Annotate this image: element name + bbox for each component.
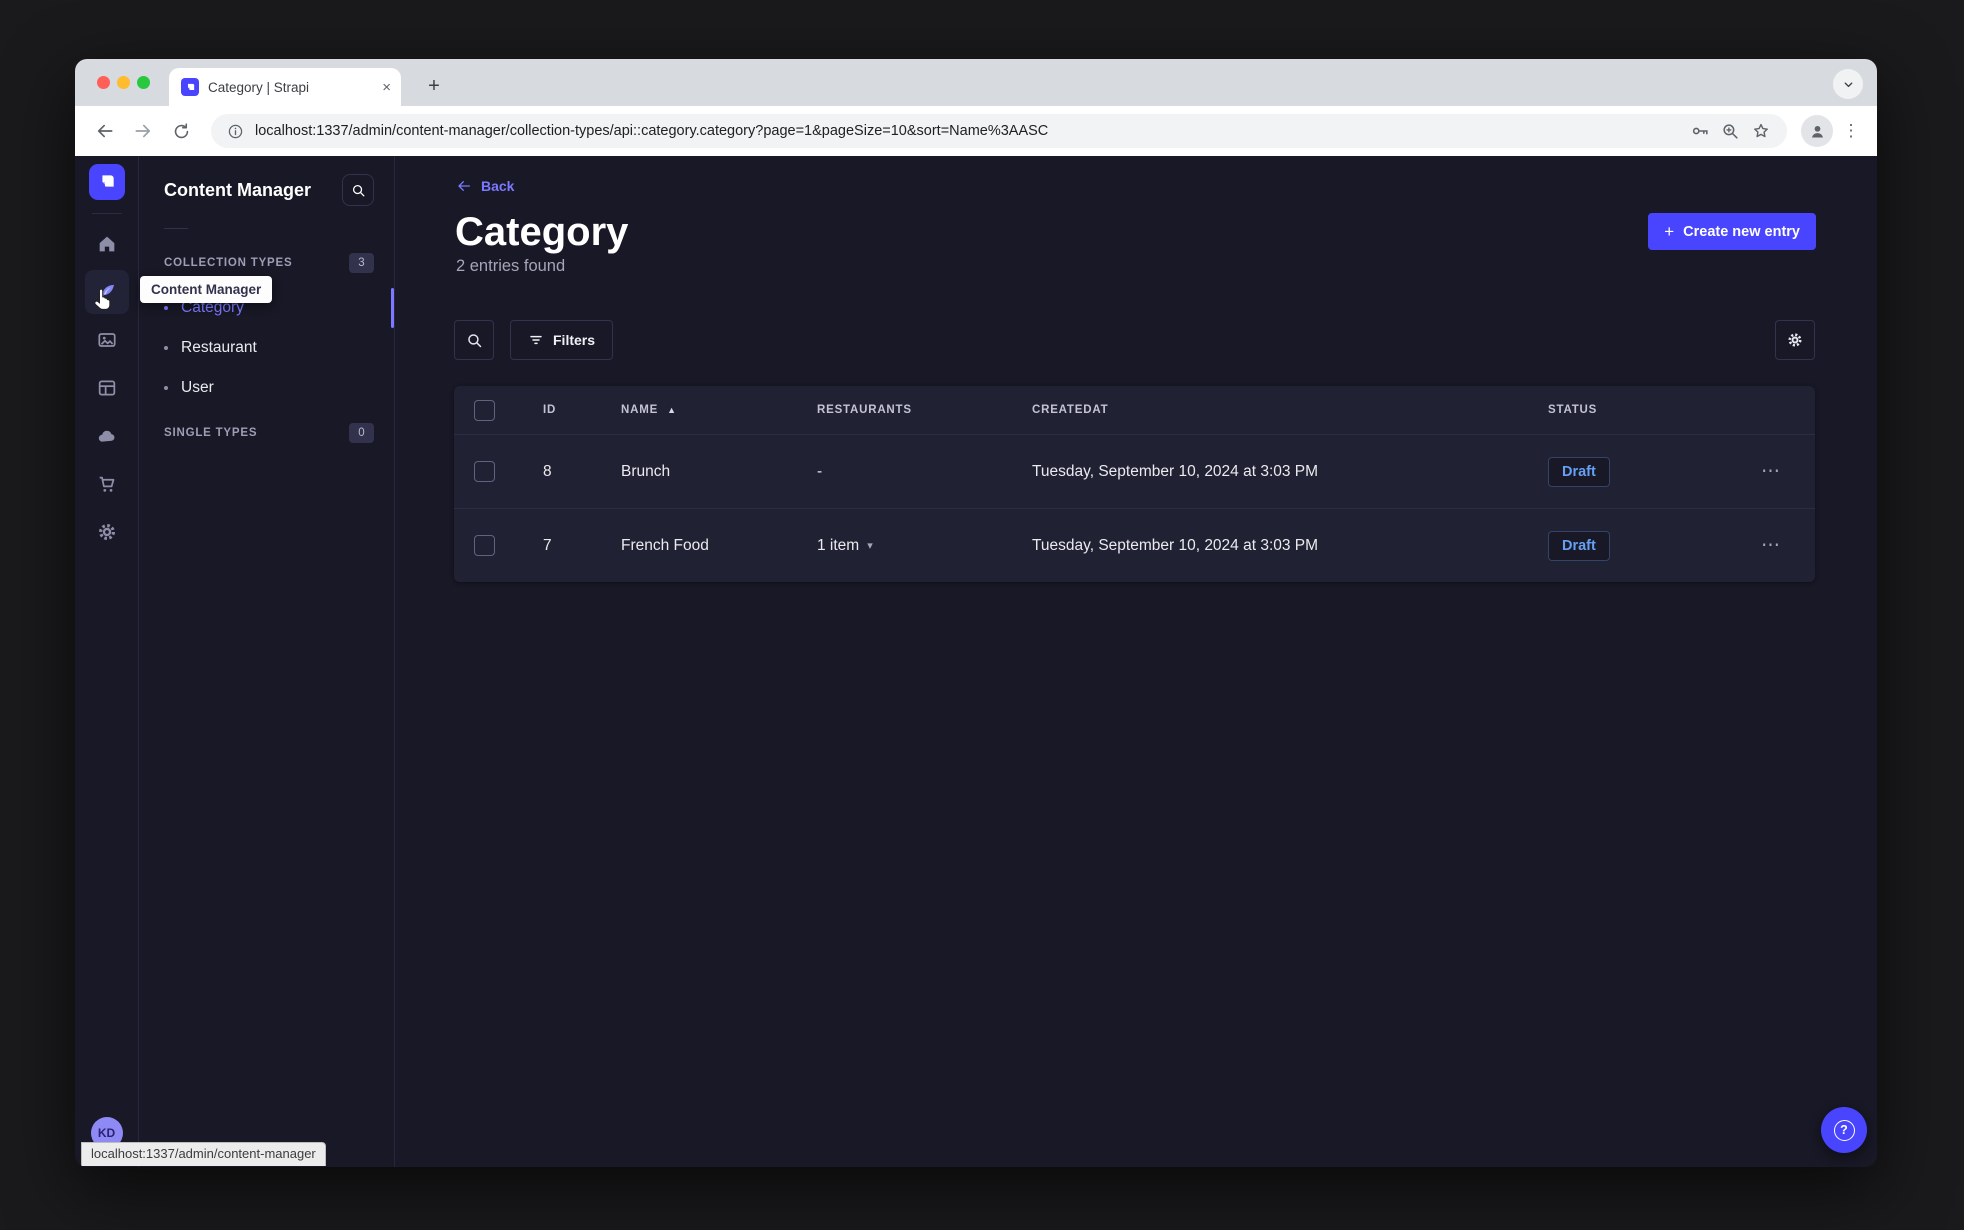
zoom-page-icon[interactable] [1721,122,1740,141]
sort-ascending-icon[interactable]: ▲ [667,405,676,415]
browser-toolbar: localhost:1337/admin/content-manager/col… [75,106,1877,156]
sidebar-item-restaurant[interactable]: Restaurant [139,328,394,368]
row-checkbox[interactable] [474,461,495,482]
cell-createdat: Tuesday, September 10, 2024 at 3:03 PM [1032,536,1319,554]
url-text[interactable]: localhost:1337/admin/content-manager/col… [255,123,1679,139]
active-item-indicator [391,288,394,328]
bookmark-star-icon[interactable] [1751,121,1771,141]
rail-settings-gear-icon[interactable] [85,510,129,554]
sidebar-title: Content Manager [164,179,312,200]
main-content: Back Category 2 entries found + Create n… [395,156,1877,1167]
collection-types-list: Category Restaurant User [139,288,394,408]
traffic-lights [97,76,150,89]
chevron-down-icon[interactable]: ▾ [867,539,873,552]
new-tab-button[interactable]: + [419,71,449,101]
desktop: Category | Strapi × + localhost:1337/adm… [0,0,1964,1230]
browser-tab[interactable]: Category | Strapi × [169,68,401,106]
strapi-favicon-icon [181,78,199,96]
strapi-app: KD Content Manager COLLECTION TYPES 3 Ca… [75,156,1877,1167]
entries-table: ID NAME ▲ RESTAURANTS CREATEDAT STATUS 8 [454,386,1815,582]
header-createdat[interactable]: CREATEDAT [1032,404,1108,416]
back-arrow-icon [458,181,470,191]
cell-restaurants: - [817,462,823,480]
single-types-section: SINGLE TYPES 0 [139,420,394,446]
close-window-button[interactable] [97,76,110,89]
table-header-row: ID NAME ▲ RESTAURANTS CREATEDAT STATUS [454,386,1815,434]
page-title: Category [455,210,629,254]
cell-id: 7 [543,536,552,554]
table-row[interactable]: 8 Brunch - Tuesday, September 10, 2024 a… [454,434,1815,508]
content-manager-sidebar: Content Manager COLLECTION TYPES 3 Categ… [139,156,395,1167]
link-preview-status-bar: localhost:1337/admin/content-manager [81,1142,326,1166]
mouse-cursor-icon [93,289,112,310]
tab-close-icon[interactable]: × [382,80,391,95]
zoom-window-button[interactable] [137,76,150,89]
browser-window: Category | Strapi × + localhost:1337/adm… [75,59,1877,1167]
reload-button[interactable] [165,115,197,147]
sidebar-item-label: User [181,379,214,396]
sidebar-divider [164,228,188,229]
rail-marketplace-icon[interactable] [85,462,129,506]
filters-button[interactable]: Filters [510,320,614,360]
header-restaurants[interactable]: RESTAURANTS [817,404,912,416]
row-checkbox[interactable] [474,535,495,556]
bullet-icon [164,346,168,350]
entries-count: 2 entries found [456,257,566,275]
strapi-logo[interactable] [88,164,125,200]
sidebar-search-button[interactable] [342,174,374,206]
back-label: Back [481,178,515,194]
row-actions-menu-icon[interactable]: ⋯ [1761,460,1781,483]
create-new-entry-label: Create new entry [1683,223,1800,240]
tab-search-chevron-icon[interactable] [1833,69,1863,99]
cell-id: 8 [543,462,552,480]
row-actions-menu-icon[interactable]: ⋯ [1761,534,1781,557]
rail-divider [91,213,122,214]
select-all-checkbox[interactable] [474,399,495,421]
status-badge: Draft [1548,530,1610,561]
header-name[interactable]: NAME [621,404,658,416]
sidebar-item-label: Restaurant [181,339,257,356]
rail-media-library-icon[interactable] [85,318,129,362]
back-link[interactable]: Back [456,178,514,194]
forward-button[interactable] [127,115,159,147]
filters-label: Filters [553,332,596,348]
rail-cloud-icon[interactable] [85,414,129,458]
plus-icon: + [1664,222,1675,241]
question-mark-icon: ? [1833,1119,1855,1141]
rail-content-type-builder-icon[interactable] [85,366,129,410]
filter-icon [530,335,542,345]
minimize-window-button[interactable] [117,76,130,89]
tab-title: Category | Strapi [208,79,310,95]
table-row[interactable]: 7 French Food 1 item ▾ Tuesday, Septembe… [454,508,1815,582]
table-search-button[interactable] [454,320,494,360]
site-info-icon[interactable] [227,123,244,140]
status-badge: Draft [1548,456,1610,487]
collection-types-count-badge: 3 [349,253,374,273]
cell-restaurants[interactable]: 1 item [817,537,859,555]
browser-profile-icon[interactable] [1801,115,1833,147]
collection-types-label: COLLECTION TYPES [164,257,293,269]
cell-name: Brunch [621,462,671,480]
browser-menu-icon[interactable]: ⋮ [1839,115,1863,147]
view-settings-gear-button[interactable] [1775,320,1815,360]
filters-row: Filters [454,320,1815,360]
sidebar-item-user[interactable]: User [139,368,394,408]
single-types-count-badge: 0 [349,423,374,443]
rail-home-icon[interactable] [85,222,129,266]
content-manager-tooltip: Content Manager [140,276,273,303]
help-button[interactable]: ? [1821,1107,1867,1153]
address-bar[interactable]: localhost:1337/admin/content-manager/col… [211,114,1787,148]
bullet-icon [164,386,168,390]
header-status[interactable]: STATUS [1548,404,1597,416]
cell-createdat: Tuesday, September 10, 2024 at 3:03 PM [1032,462,1319,480]
bullet-icon [164,306,168,310]
single-types-label: SINGLE TYPES [164,427,258,439]
cell-name: French Food [621,536,709,554]
header-id[interactable]: ID [543,404,556,416]
tab-strip: Category | Strapi × + [75,59,1877,106]
back-button[interactable] [89,115,121,147]
create-new-entry-button[interactable]: + Create new entry [1648,213,1816,250]
password-key-icon[interactable] [1690,121,1710,141]
collection-types-section: COLLECTION TYPES 3 [139,250,394,276]
